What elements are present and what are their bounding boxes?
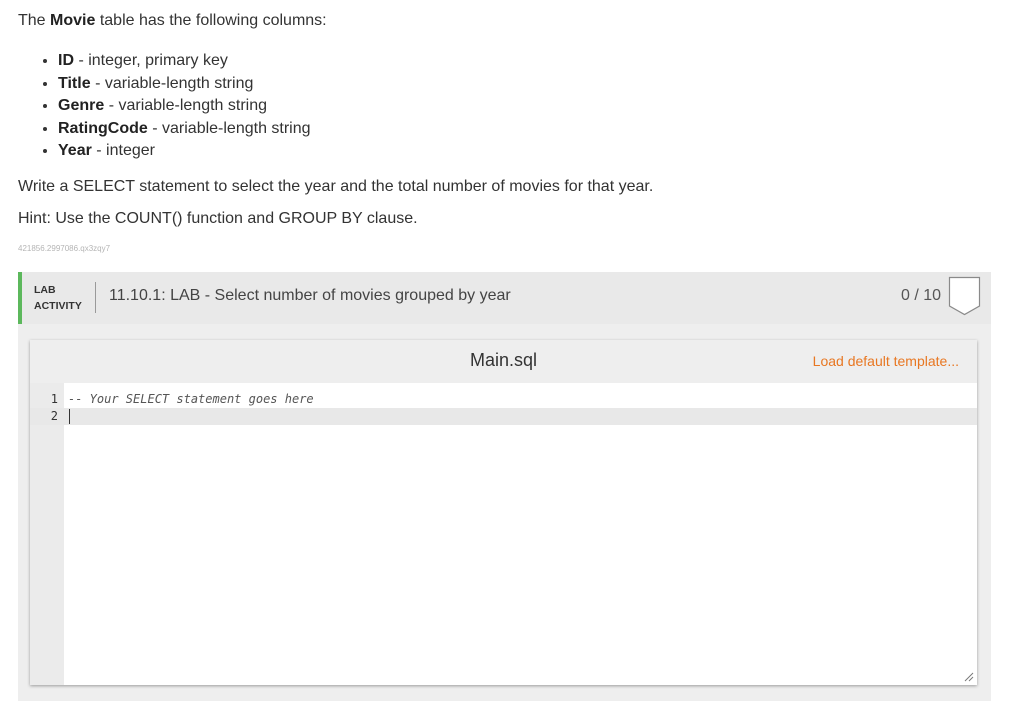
code-text: -- Your SELECT statement goes here bbox=[68, 392, 314, 406]
column-desc: - variable-length string bbox=[108, 97, 267, 114]
load-default-template-link[interactable]: Load default template... bbox=[813, 353, 959, 369]
column-name: Title bbox=[58, 74, 91, 92]
code-editor: Main.sql Load default template... 1 -- Y… bbox=[30, 340, 977, 685]
lab-badge-line1: LAB bbox=[34, 284, 56, 296]
task-text: Write a SELECT statement to select the y… bbox=[18, 178, 654, 195]
editor-toolbar: Main.sql Load default template... bbox=[30, 340, 977, 383]
column-desc: - variable-length string bbox=[95, 74, 254, 92]
activity-id: 421856.2997086.qx3zqy7 bbox=[18, 244, 111, 253]
column-name: RatingCode bbox=[58, 119, 148, 137]
column-desc: - integer bbox=[96, 142, 155, 159]
completion-shield-icon bbox=[948, 276, 981, 316]
intro-suffix: table has the following columns: bbox=[99, 12, 327, 29]
column-desc: - variable-length string bbox=[152, 119, 311, 137]
column-desc: - integer, primary key bbox=[78, 52, 228, 69]
column-name: ID bbox=[58, 52, 74, 69]
code-line-active: 2 bbox=[30, 408, 977, 425]
column-list: ID - integer, primary key Title - variab… bbox=[18, 50, 311, 163]
line-number: 1 bbox=[50, 392, 58, 406]
text-cursor bbox=[69, 409, 70, 424]
resize-handle-icon[interactable] bbox=[964, 672, 974, 682]
column-item: Year - integer bbox=[58, 140, 311, 163]
column-item: Genre - variable-length string bbox=[58, 95, 311, 118]
column-item: ID - integer, primary key bbox=[58, 50, 311, 73]
table-name: Movie bbox=[50, 12, 96, 29]
column-name: Year bbox=[58, 142, 92, 159]
lab-header: LAB ACTIVITY 11.10.1: LAB - Select numbe… bbox=[18, 272, 991, 324]
line-number: 2 bbox=[50, 409, 58, 423]
column-item: Title - variable-length string bbox=[58, 73, 311, 96]
lab-divider bbox=[95, 282, 96, 313]
hint-text: Hint: Use the COUNT() function and GROUP… bbox=[18, 210, 418, 227]
lab-score: 0 / 10 bbox=[900, 287, 941, 304]
column-item: RatingCode - variable-length string bbox=[58, 118, 311, 141]
intro-prefix: The bbox=[18, 12, 46, 29]
lab-badge-line2: ACTIVITY bbox=[34, 300, 82, 312]
column-name: Genre bbox=[58, 97, 105, 114]
code-line: 1 -- Your SELECT statement goes here bbox=[30, 391, 977, 408]
lab-badge: LAB ACTIVITY bbox=[34, 282, 82, 314]
lab-activity: LAB ACTIVITY 11.10.1: LAB - Select numbe… bbox=[18, 272, 991, 701]
code-input-area[interactable] bbox=[64, 383, 977, 685]
line-number-gutter bbox=[30, 383, 64, 685]
intro-text: The Movie table has the following column… bbox=[18, 12, 327, 30]
lab-title: 11.10.1: LAB - Select number of movies g… bbox=[109, 287, 511, 304]
